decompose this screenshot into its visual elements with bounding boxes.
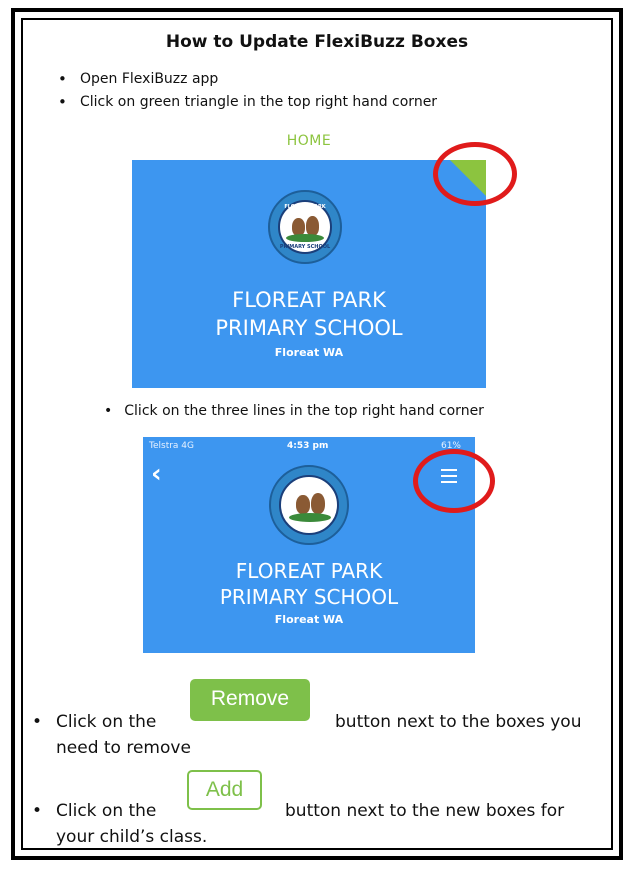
school-location: Floreat WA [274,346,344,359]
school-location: Floreat WA [274,613,344,626]
school-name-line1: FLOREAT PARK [235,559,383,583]
highlight-circle [433,142,517,206]
document-title: How to Update FlexiBuzz Boxes [165,32,469,52]
bullet: • [32,801,43,821]
highlight-circle [413,449,495,513]
logo-banner-top: FLOREAT PARK [284,204,326,210]
chevron-left-icon[interactable]: ‹ [151,459,162,489]
status-bar: Telstra 4G 4:53 pm 61% [143,437,475,457]
remove-button[interactable]: Remove [190,679,310,721]
list-item: Click on green triangle in the top right… [58,91,437,114]
school-logo: FLOREAT PARK PRIMARY SCHOOL [268,190,342,264]
remove-step-suffix: button next to the boxes you [335,712,582,732]
remove-step-suffix-line2: need to remove [56,738,191,758]
add-step-suffix-line2: your child’s class. [56,827,208,847]
list-item: Click on the three lines in the top righ… [104,403,484,419]
logo-banner-bottom: PRIMARY SCHOOL [279,244,331,250]
school-name-line2: PRIMARY SCHOOL [219,585,399,609]
remove-step-prefix: Click on the [56,712,157,732]
app-banner: FLOREAT PARK PRIMARY SCHOOL FLOREAT PARK… [132,160,486,388]
app-screenshot-home: HOME FLOREAT PARK PRIMARY SCHOOL FLOREAT… [132,124,486,388]
add-step-suffix: button next to the new boxes for [285,801,565,821]
carrier-label: Telstra 4G [149,441,194,451]
school-name-line2: PRIMARY SCHOOL [215,316,403,340]
steps-list: Open FlexiBuzz app Click on green triang… [58,68,437,114]
add-button[interactable]: Add [187,770,262,810]
list-item: Open FlexiBuzz app [58,68,437,91]
school-name-line1: FLOREAT PARK [232,288,386,312]
status-time: 4:53 pm [287,441,329,451]
bullet: • [32,712,43,732]
school-logo [269,465,349,545]
add-step-prefix: Click on the [56,801,157,821]
home-header: HOME [132,124,486,160]
